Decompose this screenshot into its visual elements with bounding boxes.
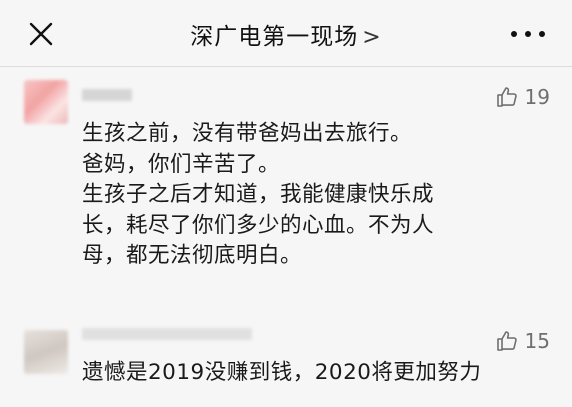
- comment-text: 生孩之前，没有带爸妈出去旅行。 爸妈，你们辛苦了。 生孩子之后才知道，我能健康快…: [82, 119, 552, 272]
- page-title: 深广电第一现场: [190, 24, 359, 50]
- comment-line: 生孩之前，没有带爸妈出去旅行。: [82, 121, 413, 146]
- chevron-right-icon: >: [362, 25, 382, 50]
- more-horizontal-icon: [511, 31, 545, 37]
- username-blurred[interactable]: [82, 328, 252, 340]
- comment-text: 遗憾是2019没赚到钱，2020将更加努力: [82, 358, 552, 389]
- comment-item: 15 遗憾是2019没赚到钱，2020将更加努力: [0, 314, 572, 407]
- top-bar: 深广电第一现场 >: [0, 0, 572, 67]
- more-button[interactable]: [506, 24, 550, 44]
- comment-line: 遗憾是2019没赚到钱，2020将更加努力: [82, 360, 482, 385]
- avatar[interactable]: [24, 80, 68, 124]
- comment-line: 爸妈，你们辛苦了。: [82, 151, 281, 177]
- comment-item: 19 生孩之前，没有带爸妈出去旅行。 爸妈，你们辛苦了。 生孩子之后才知道，我能…: [0, 67, 572, 307]
- username-blurred[interactable]: [82, 89, 132, 101]
- thumbs-up-icon: [496, 87, 517, 107]
- avatar[interactable]: [24, 330, 68, 374]
- like-button[interactable]: 15: [495, 329, 550, 353]
- thumbs-up-icon: [496, 331, 517, 351]
- like-count: 15: [524, 329, 550, 353]
- page-title-link[interactable]: 深广电第一现场 >: [0, 17, 572, 51]
- comment-line: 长，耗尽了你们多少的心血。不为人: [82, 212, 435, 238]
- like-button[interactable]: 19: [495, 85, 550, 109]
- like-count: 19: [524, 85, 550, 109]
- comment-line: 生孩子之后才知道，我能健康快乐成: [82, 182, 435, 207]
- comment-line: 母，都无法彻底明白。: [82, 243, 303, 268]
